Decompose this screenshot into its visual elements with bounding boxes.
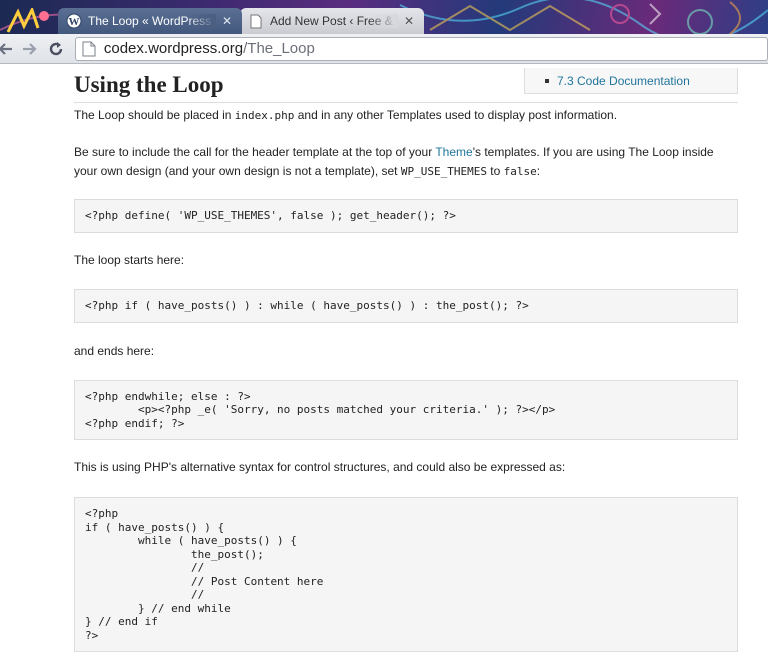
paragraph-alternative-syntax: This is using PHP's alternative syntax f… — [74, 460, 566, 474]
code-text: <?php endwhile; else : ?> <p><?php _e( '… — [85, 389, 556, 430]
tab-title: The Loop « WordPress Codex — [88, 14, 216, 28]
paragraph-ends-here: and ends here: — [74, 344, 155, 358]
close-icon[interactable]: ✕ — [220, 14, 234, 28]
text: to — [486, 164, 504, 178]
paragraph-loop-starts: The loop starts here: — [74, 253, 185, 267]
close-icon[interactable]: ✕ — [402, 14, 416, 28]
tab-the-loop[interactable]: W The Loop « WordPress Codex ✕ — [58, 8, 242, 34]
text: : — [536, 164, 541, 178]
paragraph-header-template: Be sure to include the call for the head… — [74, 143, 738, 181]
text: and in any other Templates used to displ… — [294, 108, 618, 122]
wordpress-icon: W — [66, 13, 82, 29]
tab-strip-decoration — [4, 8, 54, 34]
paragraph-loop-placement: The Loop should be placed in index.php a… — [74, 106, 738, 125]
forward-arrow-icon[interactable] — [20, 38, 42, 60]
svg-text:W: W — [69, 16, 80, 28]
reload-icon[interactable] — [45, 38, 67, 60]
code-block-loop-end: <?php endwhile; else : ?> <p><?php _e( '… — [74, 380, 738, 440]
tab-strip: W The Loop « WordPress Codex ✕ Add New P… — [0, 0, 768, 36]
inline-code: WP_USE_THEMES — [400, 165, 487, 178]
text: Be sure to include the call for the head… — [74, 145, 436, 159]
code-text: <?php if ( have_posts() ) { while ( have… — [85, 507, 324, 642]
url-domain: codex.wordpress.org — [103, 40, 244, 57]
page-content: 7.3 Code Documentation Using the Loop Th… — [0, 64, 768, 656]
tab-add-new-post[interactable]: Add New Post ‹ Free & Premium ✕ — [240, 8, 424, 34]
back-arrow-icon[interactable] — [0, 38, 16, 60]
inline-code: false — [503, 165, 537, 178]
page-title: Using the Loop — [74, 72, 738, 103]
code-block-define: <?php define( 'WP_USE_THEMES', false ); … — [74, 199, 738, 233]
browser-toolbar: codex.wordpress.org/The_Loop — [0, 34, 768, 64]
bouquet-icon — [6, 8, 49, 33]
code-block-braces-syntax: <?php if ( have_posts() ) { while ( have… — [74, 497, 738, 652]
page-icon — [248, 13, 264, 29]
url-path: /The_Loop — [243, 40, 315, 57]
code-text: <?php if ( have_posts() ) : while ( have… — [85, 299, 529, 313]
theme-link[interactable]: Theme — [435, 145, 472, 159]
tab-title: Add New Post ‹ Free & Premium — [270, 14, 398, 28]
code-text: <?php define( 'WP_USE_THEMES', false ); … — [85, 209, 456, 223]
address-bar[interactable]: codex.wordpress.org/The_Loop — [74, 36, 768, 61]
code-block-loop-start: <?php if ( have_posts() ) : while ( have… — [74, 289, 738, 323]
text: The Loop should be placed in — [74, 108, 235, 122]
page-icon — [82, 41, 96, 56]
inline-code: index.php — [234, 109, 295, 122]
